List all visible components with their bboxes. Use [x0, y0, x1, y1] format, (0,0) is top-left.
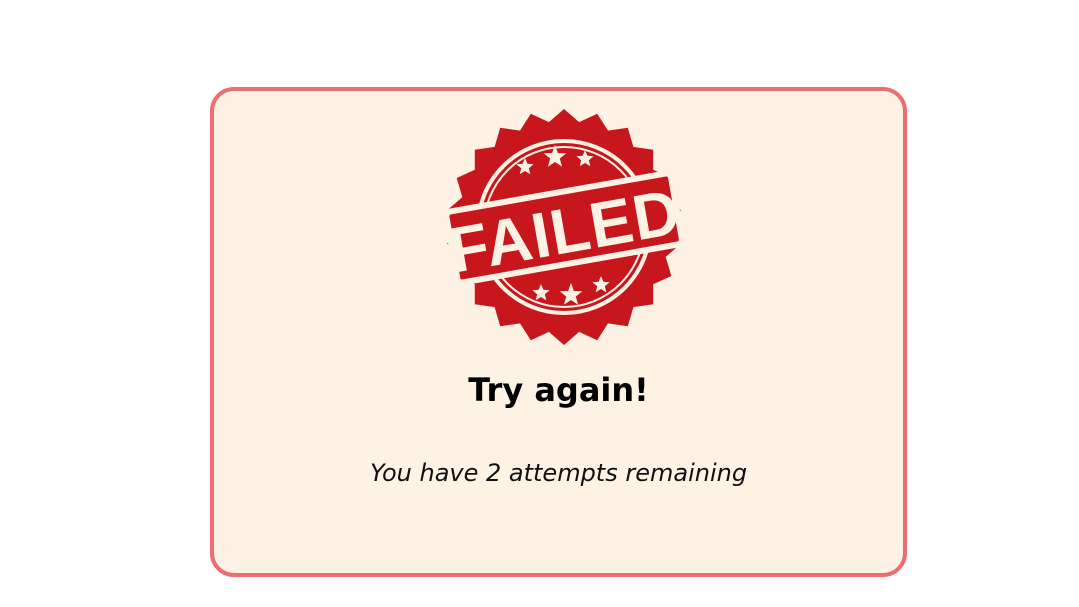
result-title: Try again! [468, 371, 649, 409]
failed-stamp-icon: FAILED [439, 107, 689, 347]
result-card: FAILED Try again! You have 2 attempts re… [210, 87, 907, 577]
attempts-remaining-text: You have 2 attempts remaining [369, 459, 748, 487]
